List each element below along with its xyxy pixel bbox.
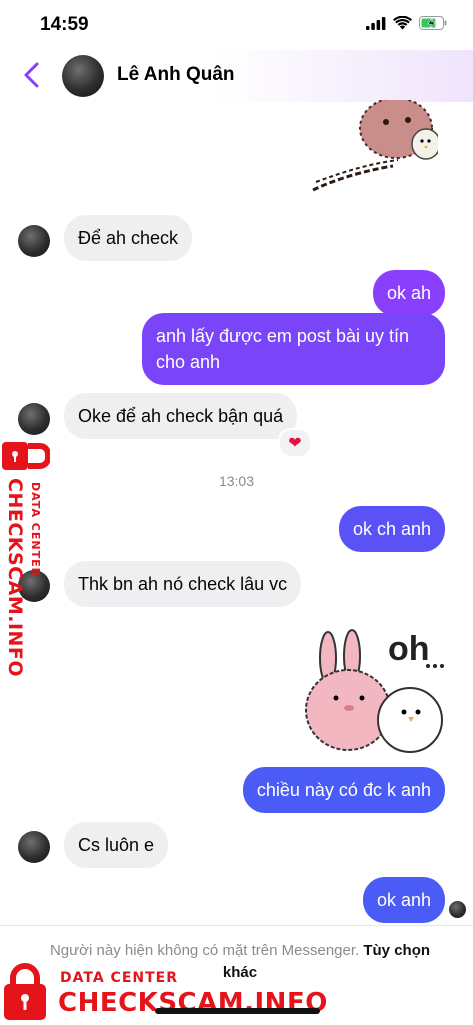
status-icons [366,16,447,30]
sender-avatar[interactable] [18,403,50,435]
heart-reaction-icon[interactable]: ❤ [278,428,312,458]
sender-avatar[interactable] [18,831,50,863]
status-time: 14:59 [40,14,89,35]
contact-name[interactable]: Lê Anh Quân [117,64,235,86]
cellular-signal-icon [366,16,386,30]
battery-charging-icon [419,16,447,30]
sender-avatar[interactable] [18,225,50,257]
outgoing-message[interactable]: ok ch anh [338,506,445,552]
watermark-side-label: DATA CENTER [29,482,42,578]
unavailable-notice: Người này hiện không có mặt trên Messeng… [49,942,360,959]
home-indicator [155,1008,320,1014]
lock-icon [2,442,50,470]
incoming-message[interactable]: Cs luôn e [64,822,169,868]
lock-icon [4,963,46,1020]
sticker-text: oh [388,630,430,668]
bear-sticker[interactable] [308,100,438,200]
chat-header: Lê Anh Quân [0,50,473,102]
back-chevron-icon[interactable] [20,60,44,90]
watermark-side-url: CHECKSCAM.INFO [4,478,26,678]
status-bar: 14:59 [0,0,473,50]
contact-avatar[interactable] [62,55,104,97]
wifi-icon [393,16,412,30]
incoming-message[interactable]: Để ah check [64,215,193,261]
watermark-bottom-label: DATA CENTER [60,970,178,986]
incoming-message[interactable]: Oke để ah check bận quá [64,393,298,439]
timestamp: 13:03 [218,473,255,489]
incoming-message[interactable]: Thk bn ah nó check lâu vc [64,561,302,607]
rabbit-oh-sticker[interactable]: oh [300,620,450,755]
outgoing-message[interactable]: ok anh [362,877,445,923]
outgoing-message[interactable]: anh lấy được em post bài uy tín cho anh [142,313,445,385]
watermark-bottom: DATA CENTER CHECKSCAM.INFO [0,958,327,1024]
watermark-side: CHECKSCAM.INFO DATA CENTER [2,438,50,677]
seen-receipt-avatar [449,901,466,918]
outgoing-message[interactable]: ok ah [372,270,445,316]
outgoing-message[interactable]: chiều này có đc k anh [242,767,445,813]
